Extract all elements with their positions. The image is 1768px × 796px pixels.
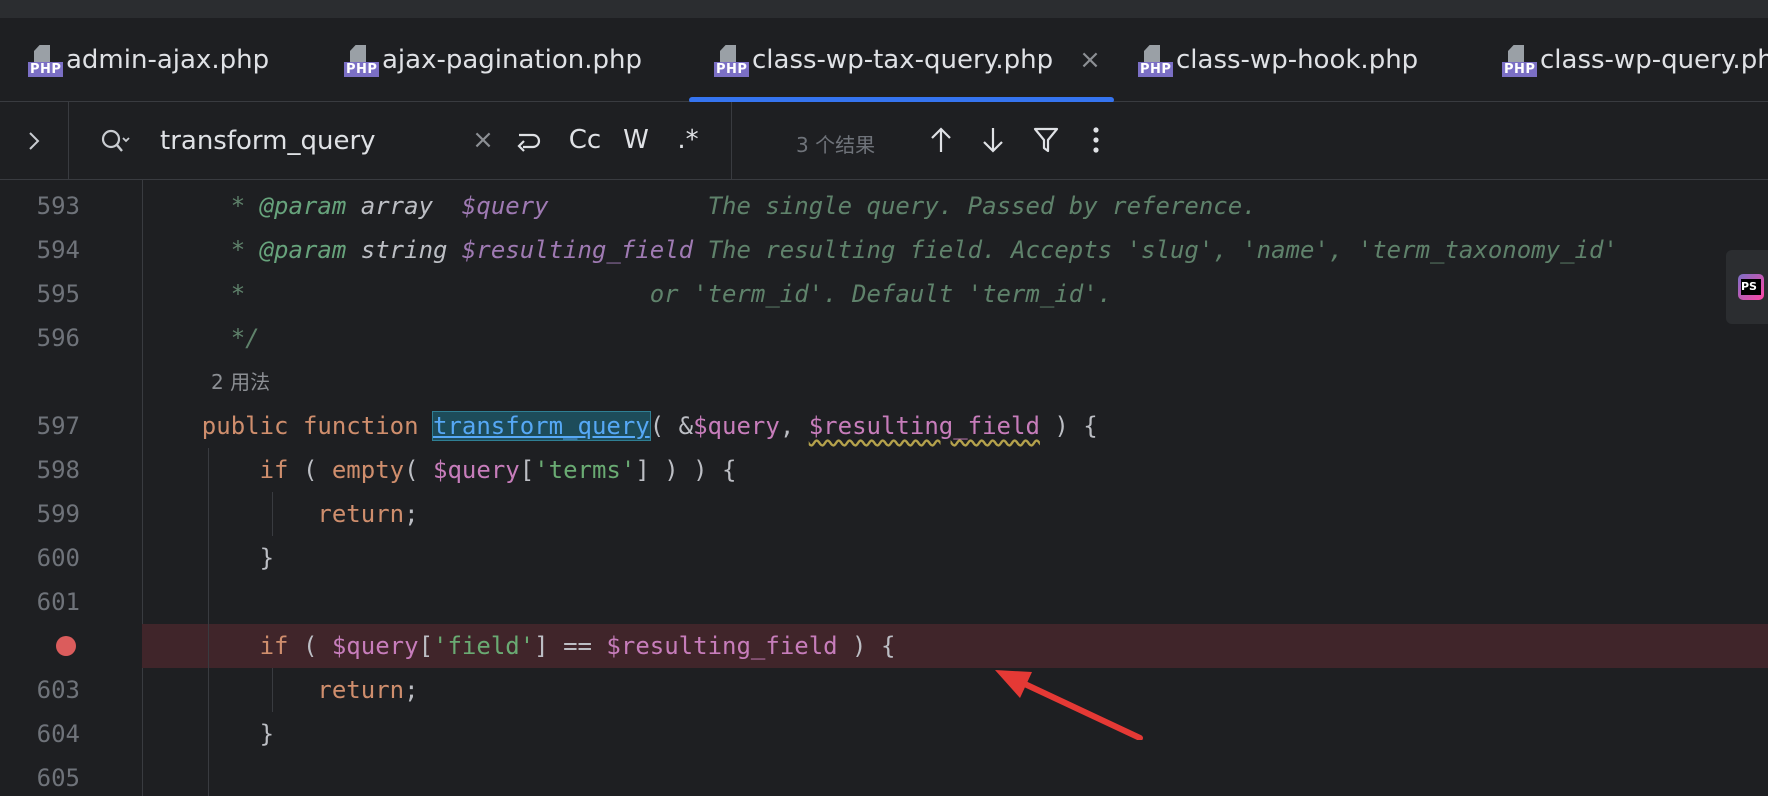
previous-occurrence-button[interactable]: [926, 120, 956, 160]
code-text: }: [259, 720, 275, 748]
tab-class-wp-query[interactable]: PHP class-wp-query.ph: [1502, 18, 1768, 102]
line-number: 598: [36, 456, 80, 484]
clear-search-button[interactable]: ×: [470, 120, 496, 160]
code-text: * @param string $resulting_field The res…: [230, 236, 1618, 264]
more-vertical-icon: [1093, 127, 1099, 153]
code-line-breakpoint: if ( $query['field'] == $resulting_field…: [0, 624, 1768, 668]
code-text: if ( $query['field'] == $resulting_field…: [259, 632, 896, 660]
tab-label: class-wp-query.ph: [1540, 45, 1768, 75]
line-number: 599: [36, 500, 80, 528]
more-options-button[interactable]: [1086, 120, 1106, 160]
new-line-toggle[interactable]: [510, 120, 546, 160]
tab-label: admin-ajax.php: [66, 45, 270, 75]
close-icon[interactable]: ×: [1079, 45, 1101, 75]
arrow-up-icon: [931, 127, 951, 152]
tab-ajax-pagination[interactable]: PHP ajax-pagination.php: [344, 18, 642, 102]
whole-word-toggle[interactable]: W: [618, 120, 654, 160]
line-number: 600: [36, 544, 80, 572]
indent-guide: [272, 492, 273, 536]
code-line: 596 */: [0, 316, 1768, 360]
find-bar: × Cc W .* 3 个结果: [0, 102, 1768, 180]
code-line: 594 * @param string $resulting_field The…: [0, 228, 1768, 272]
code-line: 600 }: [0, 536, 1768, 580]
code-line: 598 if ( empty( $query['terms'] ) ) {: [0, 448, 1768, 492]
line-number: 601: [36, 588, 80, 616]
tab-label: class-wp-tax-query.php: [752, 45, 1054, 75]
code-text: * or 'term_id'. Default 'term_id'.: [230, 280, 1113, 308]
search-input[interactable]: [160, 122, 460, 160]
code-line: 604 }: [0, 712, 1768, 756]
indent-guide: [208, 448, 209, 796]
php-file-icon: PHP: [1138, 43, 1174, 77]
chevron-right-icon: [29, 132, 40, 150]
code-text: if ( empty( $query['terms'] ) ) {: [259, 456, 737, 484]
code-text: */: [230, 324, 260, 352]
title-strip: [0, 0, 1768, 18]
code-line: 593 * @param array $query The single que…: [0, 184, 1768, 228]
php-file-icon: PHP: [714, 43, 750, 77]
editor-tab-bar: PHP admin-ajax.php PHP ajax-pagination.p…: [0, 18, 1768, 103]
annotation-arrow-icon: [995, 670, 1143, 740]
code-line: 601: [0, 580, 1768, 624]
tab-label: class-wp-hook.php: [1176, 45, 1419, 75]
line-number: 595: [36, 280, 80, 308]
breakpoint-icon[interactable]: [56, 636, 76, 656]
newline-icon: [517, 133, 541, 152]
line-number: 605: [36, 764, 80, 792]
code-text: }: [259, 544, 275, 572]
regex-toggle[interactable]: .*: [668, 120, 708, 160]
usages-hint[interactable]: 2 用法: [211, 360, 270, 404]
phpstorm-logo-icon: PS: [1738, 274, 1764, 300]
search-match-highlight: transform_query: [432, 411, 651, 441]
line-number: 604: [36, 720, 80, 748]
match-case-toggle[interactable]: Cc: [562, 120, 608, 160]
plugin-badge[interactable]: PS: [1726, 250, 1768, 324]
next-occurrence-button[interactable]: [978, 120, 1008, 160]
php-file-icon: PHP: [28, 43, 64, 77]
code-line: 605: [0, 756, 1768, 796]
indent-guide: [272, 668, 273, 712]
usages-hint-line: 2 用法: [0, 360, 1768, 404]
arrow-down-icon: [983, 128, 1003, 153]
line-number: 593: [36, 192, 80, 220]
code-line: 595 * or 'term_id'. Default 'term_id'.: [0, 272, 1768, 316]
filter-search-button[interactable]: [1030, 120, 1062, 160]
tab-admin-ajax[interactable]: PHP admin-ajax.php: [28, 18, 269, 102]
filter-icon: [1033, 127, 1059, 153]
line-number: 596: [36, 324, 80, 352]
php-file-icon: PHP: [1502, 43, 1538, 77]
code-line: 599 return;: [0, 492, 1768, 536]
search-results-count: 3 个结果: [796, 133, 876, 157]
line-number: 603: [36, 676, 80, 704]
line-number: 597: [36, 412, 80, 440]
line-number: 594: [36, 236, 80, 264]
tab-label: ajax-pagination.php: [382, 45, 642, 75]
php-file-icon: PHP: [344, 43, 380, 77]
expand-replace-button[interactable]: [0, 102, 69, 180]
code-text: public function transform_query( &$query…: [201, 411, 1098, 441]
code-text: return;: [317, 676, 419, 704]
code-editor[interactable]: 593 * @param array $query The single que…: [0, 180, 1768, 796]
code-text: return;: [317, 500, 419, 528]
code-line: 603 return;: [0, 668, 1768, 712]
tab-class-wp-hook[interactable]: PHP class-wp-hook.php: [1138, 18, 1418, 102]
find-bar-divider: [731, 102, 732, 180]
code-line: 597 public function transform_query( &$q…: [0, 404, 1768, 448]
search-icon[interactable]: [100, 127, 130, 157]
tab-class-wp-tax-query[interactable]: PHP class-wp-tax-query.php ×: [714, 18, 1101, 102]
code-text: * @param array $query The single query. …: [230, 192, 1257, 220]
